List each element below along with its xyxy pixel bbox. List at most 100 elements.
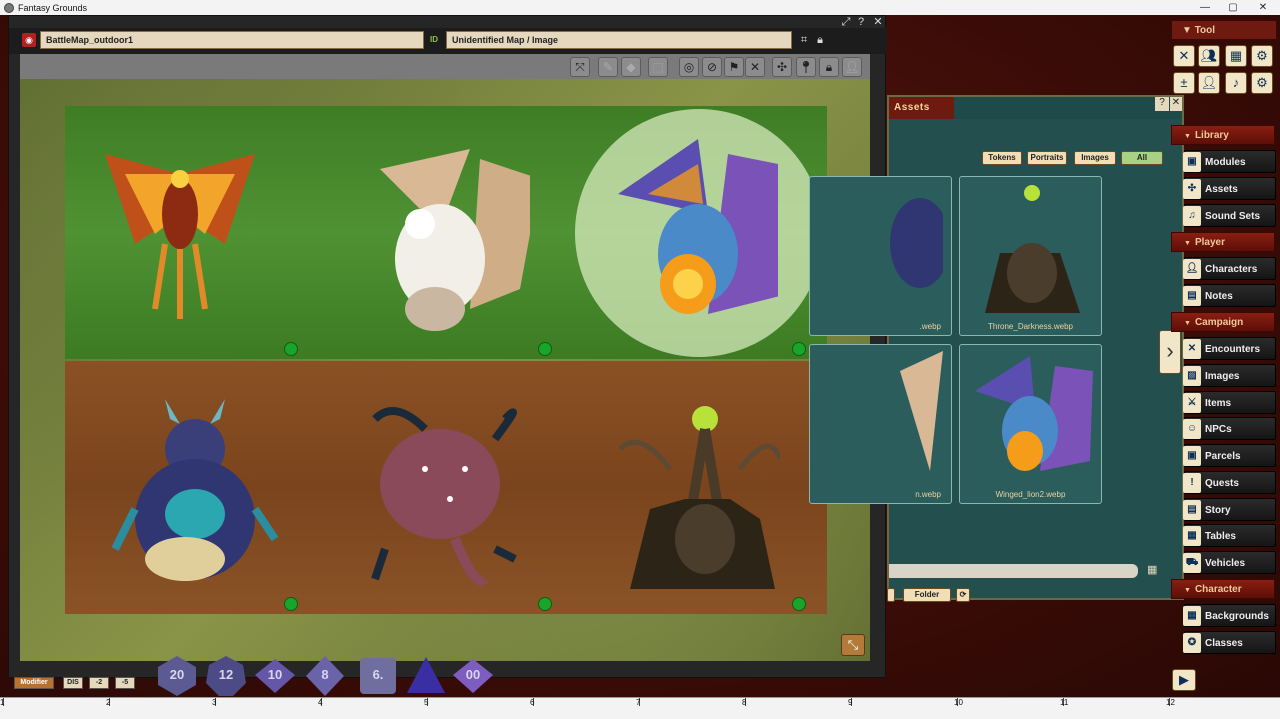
asset-search-input[interactable] [889, 564, 1138, 578]
battle-map[interactable] [20, 79, 870, 661]
filter-all-button[interactable]: All [1121, 151, 1163, 165]
token-dot [284, 597, 298, 611]
sidebar-item-vehicles[interactable]: ⛟ Vehicles [1183, 551, 1276, 574]
sidebar-item-images[interactable]: ▨ Images [1183, 364, 1276, 387]
target-icon[interactable]: ◎ [679, 57, 699, 77]
sidebar-item-assets[interactable]: ✣ Assets [1183, 177, 1276, 200]
sidebar-item-classes[interactable]: ✪ Classes [1183, 631, 1276, 654]
player-section-header[interactable]: Player [1171, 232, 1275, 252]
prev-button[interactable] [887, 588, 895, 602]
sidebar-item-items[interactable]: ⚔︎ Items [1183, 391, 1276, 414]
asset-card[interactable]: Winged_lion2.webp [959, 344, 1102, 504]
flag-icon[interactable]: ⚑ [724, 57, 744, 77]
lock-icon[interactable]: 🔒︎ [813, 33, 827, 47]
minus-two-button[interactable]: -2 [89, 677, 109, 689]
griffon-token[interactable] [360, 139, 540, 339]
combat-tool-icon[interactable]: 👤︎ [1198, 72, 1220, 94]
asset-card[interactable]: n.webp [809, 344, 952, 504]
pin-map-icon[interactable]: 📍︎ [796, 57, 816, 77]
erase-icon[interactable]: ◆ [621, 57, 641, 77]
token-dot [284, 342, 298, 356]
play-icon[interactable]: ▶ [1172, 669, 1196, 691]
d10-die[interactable]: 10 [254, 655, 296, 697]
sidebar-item-backgrounds[interactable]: ▦ Backgrounds [1183, 604, 1276, 627]
sidebar-item-quests[interactable]: ! Quests [1183, 471, 1276, 494]
shrink-icon[interactable]: ✣ [772, 57, 792, 77]
help-icon[interactable]: ? [1155, 97, 1169, 111]
close-window-button[interactable]: ✕ [1248, 0, 1278, 15]
image-window[interactable]: ⤢ ? ✕ ◉ BattleMap_outdoor1 ID Unidentifi… [8, 15, 887, 678]
fit-view-icon[interactable]: ⤧ [570, 57, 590, 77]
winged-lion-token[interactable] [608, 134, 788, 334]
parcels-icon: ▣ [1183, 446, 1201, 466]
d100-die[interactable]: 00 [452, 655, 494, 697]
resize-handle-icon[interactable]: ⤡ [841, 634, 865, 656]
party-tool-icon[interactable]: 👥︎ [1198, 45, 1220, 67]
notes-icon: ▤ [1183, 286, 1201, 306]
music-tool-icon[interactable]: ♪ [1225, 72, 1247, 94]
modifier-tool-icon[interactable]: ± [1173, 72, 1195, 94]
token-dot [538, 342, 552, 356]
folder-button[interactable]: Folder [903, 588, 951, 602]
draw-icon[interactable]: ✎ [598, 57, 618, 77]
sidebar-item-parcels[interactable]: ▣ Parcels [1183, 444, 1276, 467]
story-icon: ▤ [1183, 500, 1201, 520]
clear-icon[interactable]: ✕ [745, 57, 765, 77]
sound-icon: ♫ [1183, 206, 1201, 226]
filter-images-button[interactable]: Images [1074, 151, 1116, 165]
filter-portraits-button[interactable]: Portraits [1027, 151, 1067, 165]
grid-view-icon[interactable]: ▦ [1147, 563, 1157, 576]
sidebar-item-characters[interactable]: 👤︎ Characters [1183, 257, 1276, 280]
assets-content: Tokens Portraits Images All .webp Throne… [809, 119, 1182, 602]
image-name-field[interactable]: BattleMap_outdoor1 [40, 31, 424, 49]
tool-header[interactable]: ▼ Tool [1171, 20, 1277, 40]
d20-die[interactable]: 20 [156, 655, 198, 697]
library-section-header[interactable]: Library [1171, 125, 1275, 145]
token-lock-icon[interactable]: 🔒︎ [819, 57, 839, 77]
phoenix-token[interactable] [95, 134, 265, 334]
grid-toggle-icon[interactable]: ⌗ [797, 33, 811, 47]
assets-panel[interactable]: Assets ? ✕ Tokens Portraits Images All .… [809, 95, 1184, 602]
filter-tokens-button[interactable]: Tokens [982, 151, 1022, 165]
treant-token[interactable] [610, 389, 783, 589]
select-icon[interactable]: ⬚ [648, 57, 668, 77]
help-icon[interactable]: ? [854, 15, 868, 29]
d6-die[interactable]: 6. [357, 655, 399, 697]
calendar-tool-icon[interactable]: ▦ [1225, 45, 1247, 67]
horned-demon-token[interactable] [110, 399, 280, 599]
options-tool-icon[interactable]: ⚙︎ [1251, 45, 1273, 67]
app-titlebar: Fantasy Grounds — ▢ ✕ [0, 0, 1280, 15]
minus-five-button[interactable]: -5 [115, 677, 135, 689]
image-link-icon[interactable]: ◉ [22, 33, 36, 47]
character-section-header[interactable]: Character [1171, 579, 1275, 599]
sidebar-item-story[interactable]: ▤ Story [1183, 498, 1276, 521]
sidebar-item-notes[interactable]: ▤ Notes [1183, 284, 1276, 307]
sidebar-item-tables[interactable]: ▦ Tables [1183, 524, 1276, 547]
minimize-button[interactable]: — [1190, 0, 1220, 15]
sidebar-item-encounters[interactable]: ✕ Encounters [1183, 337, 1276, 360]
maximize-button[interactable]: ▢ [1218, 0, 1248, 15]
pin-icon[interactable]: ⤢ [839, 15, 853, 29]
d4-die[interactable] [405, 655, 447, 697]
d12-die[interactable]: 12 [205, 655, 247, 697]
dis-button[interactable]: DIS [63, 677, 83, 689]
asset-card[interactable]: Throne_Darkness.webp [959, 176, 1102, 336]
delete-tool-icon[interactable]: ✕ [1173, 45, 1195, 67]
image-type-field[interactable]: Unidentified Map / Image [446, 31, 792, 49]
sidebar-item-sound-sets[interactable]: ♫ Sound Sets [1183, 204, 1276, 227]
npcs-icon: ☺ [1183, 419, 1201, 439]
mask-icon[interactable]: ⊘ [702, 57, 722, 77]
d8-die[interactable]: 8 [304, 655, 346, 697]
sidebar-item-npcs[interactable]: ☺ NPCs [1183, 417, 1276, 440]
campaign-section-header[interactable]: Campaign [1171, 312, 1275, 332]
settings-tool-icon[interactable]: ⚙︎ [1251, 72, 1273, 94]
asset-card[interactable]: .webp [809, 176, 952, 336]
player-view-icon[interactable]: 👤︎ [842, 57, 862, 77]
sidebar-item-modules[interactable]: ▣ Modules [1183, 150, 1276, 173]
modifier-box[interactable]: Modifier [14, 677, 54, 689]
refresh-icon[interactable]: ⟳ [956, 588, 970, 602]
close-icon[interactable]: ✕ [871, 15, 885, 29]
vehicles-icon: ⛟ [1183, 553, 1201, 573]
tentacle-beast-token[interactable] [355, 389, 525, 589]
classes-icon: ✪ [1183, 633, 1201, 653]
